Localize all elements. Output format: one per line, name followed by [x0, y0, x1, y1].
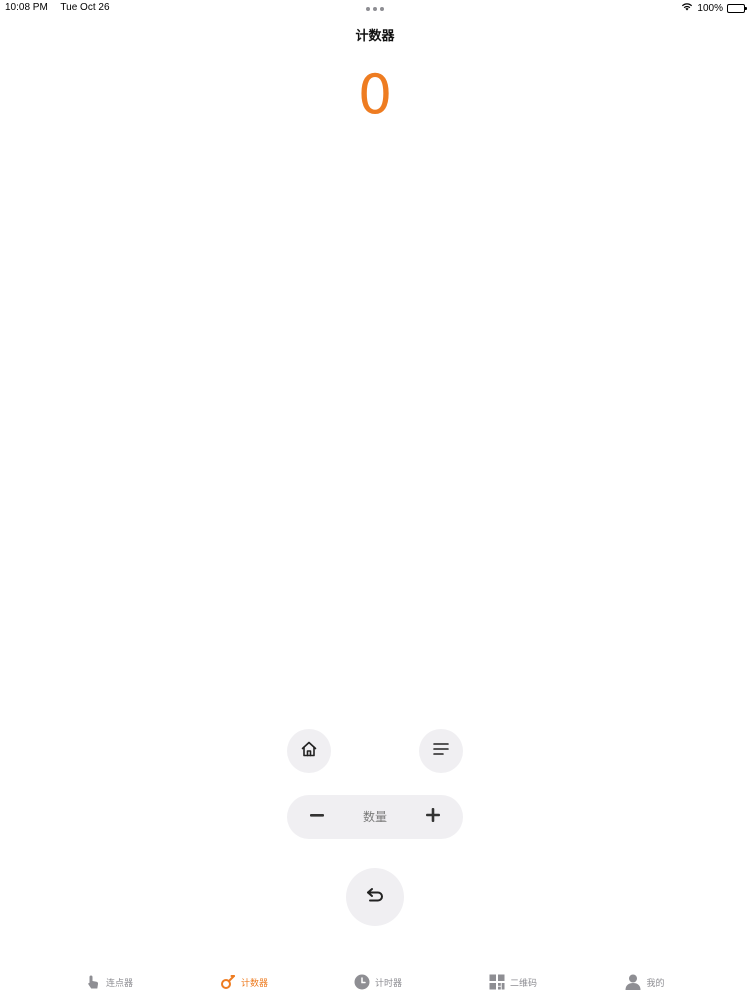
status-time: 10:08 PM [5, 2, 48, 13]
decrement-button[interactable] [295, 795, 339, 839]
wifi-icon [681, 2, 693, 14]
menu-button[interactable] [419, 729, 463, 773]
plus-icon [425, 807, 441, 828]
battery-percent: 100% [697, 2, 723, 14]
home-button[interactable] [287, 729, 331, 773]
status-date: Tue Oct 26 [60, 2, 110, 13]
undo-button[interactable] [346, 868, 404, 926]
multitasking-dots-icon[interactable] [366, 7, 384, 11]
menu-lines-icon [432, 741, 450, 762]
tap-hand-icon [85, 974, 101, 990]
tab-mine[interactable]: 我的 [578, 964, 712, 1000]
tab-label: 连点器 [105, 978, 133, 989]
status-bar: 10:08 PM Tue Oct 26 100% [0, 0, 750, 16]
tab-counter[interactable]: 计数器 [177, 964, 311, 1000]
home-icon [300, 740, 318, 763]
undo-arrow-icon [364, 885, 386, 910]
tab-label: 二维码 [509, 978, 537, 989]
page-title: 计数器 [355, 29, 395, 44]
clock-icon [354, 974, 370, 990]
increment-button[interactable] [411, 795, 455, 839]
minus-icon [309, 807, 325, 828]
tab-qr-code[interactable]: 二维码 [446, 964, 580, 1000]
tab-label: 计数器 [240, 978, 268, 989]
status-left: 10:08 PM Tue Oct 26 [5, 2, 110, 13]
person-icon [625, 974, 641, 990]
battery-icon [727, 3, 747, 13]
counter-icon [220, 974, 236, 990]
qr-code-icon [489, 974, 505, 990]
tab-label: 计时器 [374, 978, 402, 989]
tab-timer[interactable]: 计时器 [311, 964, 445, 1000]
tab-label: 我的 [646, 978, 665, 989]
counter-value: 0 [357, 63, 393, 126]
tab-bar: 连点器 计数器 计时器 二维码 我的 [0, 964, 750, 1000]
tab-clicker[interactable]: 连点器 [42, 964, 176, 1000]
status-right: 100% [681, 2, 747, 14]
quantity-stepper: 数量 [287, 795, 463, 839]
